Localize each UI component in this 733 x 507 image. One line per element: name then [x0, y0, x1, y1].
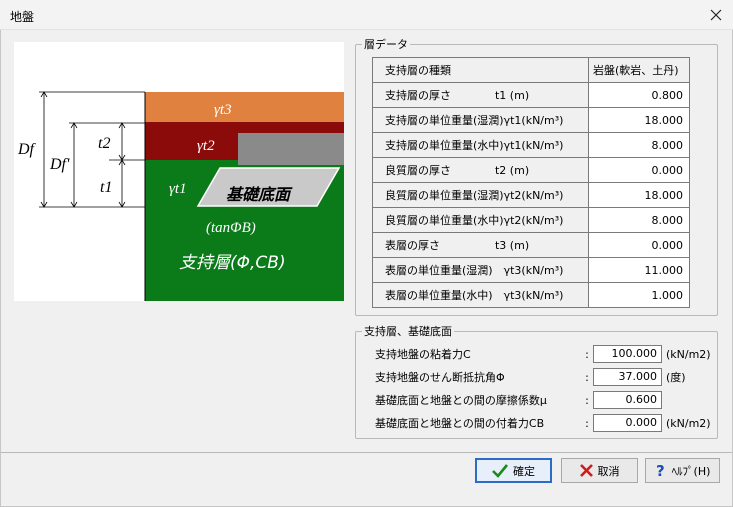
cohesion-label: 支持地盤の粘着力C [375, 348, 471, 361]
row-value-input[interactable]: 1.000 [588, 282, 690, 308]
support-type-label: 支持層の種類 [372, 57, 589, 83]
ok-button[interactable]: 確定 [475, 458, 552, 483]
layer3-band [145, 92, 344, 122]
ok-button-label: 確定 [513, 464, 535, 478]
table-row: 支持層の単位重量(水中)γt1(kN/m³) 8.000 [372, 132, 690, 158]
t1-label: t1 [100, 179, 112, 196]
friction-angle-unit: (度) [666, 371, 686, 384]
tan-label: (tanΦB) [206, 220, 256, 236]
checkmark-icon [492, 463, 508, 478]
ground-diagram: γt3 γt2 γt1 基礎底面 (tanΦB) 支持層(Φ,CB) Df Df… [14, 42, 344, 301]
dfp-label: Df' [49, 156, 70, 173]
base-label: 基礎底面 [226, 185, 293, 204]
row-value-input[interactable]: 11.000 [588, 257, 690, 283]
colon: : [585, 347, 589, 361]
table-row: 良質層の厚さ t2 (m) 0.000 [372, 157, 690, 183]
row-value-input[interactable]: 18.000 [588, 107, 690, 133]
table-row: 支持層の単位重量(湿潤)γt1(kN/m³) 18.000 [372, 107, 690, 133]
adhesion-label: 基礎底面と地盤との間の付着力CB [375, 417, 545, 430]
window-title: 地盤 [10, 10, 35, 24]
row-label: 良質層の厚さ t2 (m) [372, 157, 589, 183]
support-base-legend: 支持層、基礎底面 [364, 325, 452, 338]
adhesion-input[interactable]: 0.000 [593, 414, 662, 432]
close-icon [710, 9, 722, 21]
cancel-button-label: 取消 [597, 464, 620, 478]
row-label: 表層の単位重量(湿潤) γt3(kN/m³) [372, 257, 589, 283]
friction-angle-row: 支持地盤のせん断抵抗角Φ : 37.000 (度) [375, 368, 686, 386]
t2-label: t2 [98, 135, 110, 152]
table-row: 支持層の厚さ t1 (m) 0.800 [372, 82, 690, 108]
help-button-label: ﾍﾙﾌﾟ(H) [671, 464, 711, 478]
row-label: 表層の単位重量(水中) γt3(kN/m³) [372, 282, 589, 308]
svg-text:?: ? [656, 463, 665, 478]
row-value-input[interactable]: 0.000 [588, 157, 690, 183]
colon: : [585, 370, 589, 384]
gt1-label: γt1 [169, 181, 187, 197]
friction-angle-input[interactable]: 37.000 [593, 368, 662, 386]
gt3-label: γt3 [214, 102, 232, 118]
title-bar: 地盤 [0, 0, 733, 30]
cohesion-unit: (kN/m2) [666, 347, 711, 361]
row-value-input[interactable]: 0.800 [588, 82, 690, 108]
table-row: 良質層の単位重量(水中)γt2(kN/m³) 8.000 [372, 207, 690, 233]
cohesion-row: 支持地盤の粘着力C : 100.000 (kN/m2) [375, 345, 711, 363]
layer-data-table: 支持層の種類 岩盤(軟岩、土丹) 支持層の厚さ t1 (m) 0.800 支持層の… [372, 57, 690, 308]
table-row: 表層の単位重量(水中) γt3(kN/m³) 1.000 [372, 282, 690, 308]
row-label: 支持層の厚さ t1 (m) [372, 82, 589, 108]
table-row: 表層の単位重量(湿潤) γt3(kN/m³) 11.000 [372, 257, 690, 283]
table-row: 支持層の種類 岩盤(軟岩、土丹) [372, 57, 690, 83]
cancel-button[interactable]: 取消 [561, 458, 638, 483]
adhesion-unit: (kN/m2) [666, 416, 711, 430]
close-button[interactable] [699, 0, 733, 30]
friction-coeff-label: 基礎底面と地盤との間の摩擦係数μ [375, 394, 547, 407]
friction-coeff-row: 基礎底面と地盤との間の摩擦係数μ : 0.600 [375, 391, 666, 409]
cross-icon [579, 464, 593, 477]
row-value-input[interactable]: 0.000 [588, 232, 690, 258]
adhesion-row: 基礎底面と地盤との間の付着力CB : 0.000 (kN/m2) [375, 414, 711, 432]
row-label: 良質層の単位重量(湿潤)γt2(kN/m³) [372, 182, 589, 208]
friction-angle-label: 支持地盤のせん断抵抗角Φ [375, 371, 505, 384]
table-row: 良質層の単位重量(湿潤)γt2(kN/m³) 18.000 [372, 182, 690, 208]
help-icon: ? [656, 463, 665, 478]
df-label: Df [17, 141, 37, 158]
support-type-select[interactable]: 岩盤(軟岩、土丹) [588, 57, 690, 83]
support-layer-label: 支持層(Φ,CB) [179, 253, 286, 273]
row-label: 表層の厚さ t3 (m) [372, 232, 589, 258]
row-label: 支持層の単位重量(水中)γt1(kN/m³) [372, 132, 589, 158]
divider [1, 452, 732, 453]
foundation-block [238, 133, 344, 165]
colon: : [585, 416, 589, 430]
help-button[interactable]: ? ﾍﾙﾌﾟ(H) [645, 458, 720, 483]
row-label: 支持層の単位重量(湿潤)γt1(kN/m³) [372, 107, 589, 133]
cohesion-input[interactable]: 100.000 [593, 345, 662, 363]
row-value-input[interactable]: 8.000 [588, 207, 690, 233]
layer-data-legend: 層データ [364, 38, 408, 51]
row-label: 良質層の単位重量(水中)γt2(kN/m³) [372, 207, 589, 233]
gt2-label: γt2 [197, 138, 215, 154]
table-row: 表層の厚さ t3 (m) 0.000 [372, 232, 690, 258]
friction-coeff-input[interactable]: 0.600 [593, 391, 662, 409]
row-value-input[interactable]: 18.000 [588, 182, 690, 208]
colon: : [585, 393, 589, 407]
ground-diagram-svg: γt3 γt2 γt1 基礎底面 (tanΦB) 支持層(Φ,CB) Df Df… [17, 91, 344, 301]
row-value-input[interactable]: 8.000 [588, 132, 690, 158]
